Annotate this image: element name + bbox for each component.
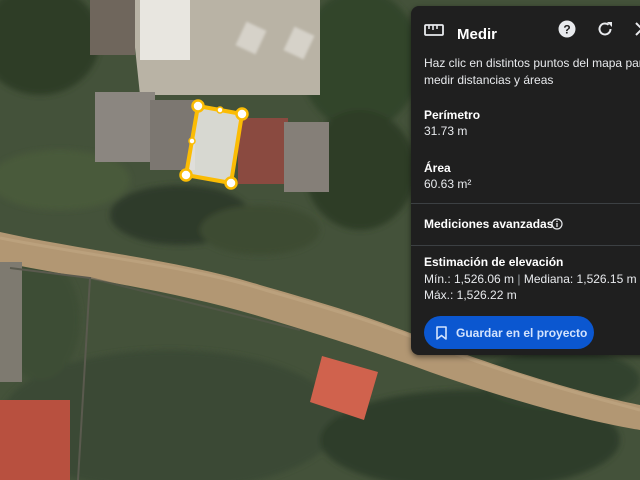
roof — [0, 262, 22, 382]
elevation-label: Estimación de elevación — [424, 255, 564, 269]
divider — [411, 245, 640, 246]
divider — [411, 203, 640, 204]
panel-title: Medir — [457, 26, 498, 43]
bookmark-icon — [436, 325, 447, 340]
save-button-label: Guardar en el proyecto — [456, 325, 588, 340]
refresh-icon[interactable] — [594, 18, 616, 40]
elevation-median: Mediana: 1,526.15 m — [523, 272, 637, 286]
elevation-max: Máx.: 1,526.22 m — [424, 288, 517, 302]
midpoint-handle[interactable] — [216, 106, 224, 114]
measurement-vertex[interactable] — [224, 176, 238, 190]
house-roof — [95, 92, 155, 162]
measurement-vertex[interactable] — [235, 107, 249, 121]
help-icon[interactable]: ? — [556, 18, 578, 40]
app-window: Medir ? Haz clic en distintos puntos del… — [0, 0, 640, 480]
area-value: 60.63 m² — [424, 177, 472, 191]
measurement-vertex[interactable] — [191, 99, 205, 113]
red-roof — [238, 118, 288, 184]
measure-panel: Medir ? Haz clic en distintos puntos del… — [411, 6, 640, 355]
roof — [90, 0, 135, 55]
separator: | — [517, 272, 521, 286]
midpoint-handle[interactable] — [188, 137, 196, 145]
save-to-project-button[interactable]: Guardar en el proyecto — [424, 316, 594, 349]
elevation-min-median: Mín.: 1,526.06 m | Mediana: 1,526.15 m | — [424, 272, 640, 286]
close-icon[interactable] — [631, 18, 640, 40]
instructions-text: Haz clic en distintos puntos del mapa pa… — [424, 56, 640, 87]
area-label: Área — [424, 161, 451, 175]
advanced-measurements-label[interactable]: Mediciones avanzadas — [424, 217, 553, 231]
elevation-min: Mín.: 1,526.06 m — [424, 272, 515, 286]
perimeter-value: 31.73 m — [424, 124, 468, 138]
white-roof — [140, 0, 190, 60]
red-roof — [0, 400, 70, 480]
info-icon[interactable] — [550, 217, 564, 231]
measurement-vertex[interactable] — [179, 168, 193, 182]
svg-text:?: ? — [563, 23, 570, 37]
house-roof — [284, 122, 329, 192]
perimeter-label: Perímetro — [424, 108, 481, 122]
ruler-icon — [424, 20, 444, 40]
